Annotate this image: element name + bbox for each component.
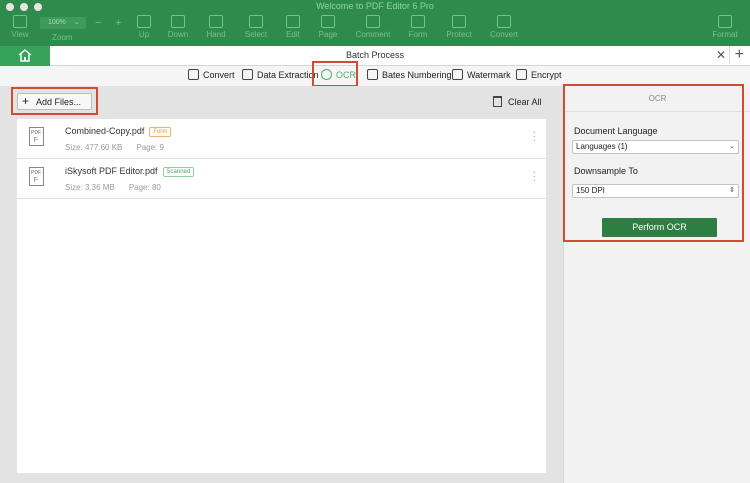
page-down-icon xyxy=(171,15,185,28)
convert-icon xyxy=(188,69,199,80)
file-row[interactable]: PDF ᖴ Combined-Copy.pdf Form Size: 477.60 … xyxy=(17,119,548,159)
page-button[interactable]: Page xyxy=(309,15,347,39)
zoom-select[interactable]: 100% ⌄ xyxy=(40,17,86,29)
format-icon xyxy=(718,15,732,28)
zoom-label: Zoom xyxy=(52,33,73,42)
edit-button[interactable]: Edit xyxy=(274,15,312,39)
file-meta: Size: 3.36 MB Page: 80 xyxy=(65,183,161,192)
pdf-file-icon: PDF ᖴ xyxy=(29,127,44,146)
form-icon xyxy=(411,15,425,28)
lock-icon xyxy=(452,15,466,28)
view-button[interactable]: View xyxy=(1,15,39,39)
hand-tool-button[interactable]: Hand xyxy=(197,15,235,39)
tab-data-extraction[interactable]: Data Extraction xyxy=(242,69,319,80)
close-tab-icon[interactable]: ✕ xyxy=(716,48,726,62)
tab-bates-numbering[interactable]: Bates Numbering xyxy=(367,69,452,80)
tab-convert[interactable]: Convert xyxy=(188,69,235,80)
tab-strip: Batch Process ✕ + xyxy=(0,46,750,66)
file-row[interactable]: PDF ᖴ iSkysoft PDF Editor.pdf Scanned Size… xyxy=(17,159,548,199)
file-meta: Size: 477.60 KB Page: 9 xyxy=(65,143,164,152)
pdf-file-icon: PDF ᖴ xyxy=(29,167,44,186)
bates-numbering-icon xyxy=(367,69,378,80)
ocr-panel-highlight xyxy=(563,84,744,242)
zoom-out-button[interactable]: − xyxy=(95,17,101,29)
tab-encrypt[interactable]: Encrypt xyxy=(516,69,562,80)
tab-batch-process[interactable]: Batch Process xyxy=(0,50,750,60)
select-tool-button[interactable]: Select xyxy=(237,15,275,39)
more-options-icon[interactable]: · · · xyxy=(533,168,536,186)
add-tab-icon[interactable]: + xyxy=(728,46,744,64)
tab-watermark[interactable]: Watermark xyxy=(452,69,511,80)
page-down-button[interactable]: Down xyxy=(159,15,197,39)
batch-function-tabs: Convert Data Extraction OCR Bates Number… xyxy=(0,66,750,86)
clear-all-button[interactable]: Clear All xyxy=(493,96,542,107)
data-extraction-icon xyxy=(242,69,253,80)
edit-icon xyxy=(286,15,300,28)
trash-icon xyxy=(493,96,502,107)
file-name: Combined-Copy.pdf Form xyxy=(65,126,172,137)
app-toolbar: Welcome to PDF Editor 6 Pro View 100% ⌄ … xyxy=(0,0,750,46)
more-options-icon[interactable]: · · · xyxy=(533,128,536,146)
hand-icon xyxy=(209,15,223,28)
file-list-pane: + Add Files... Clear All PDF ᖴ Combined-Co… xyxy=(0,86,563,483)
zoom-in-button[interactable]: + xyxy=(115,17,121,29)
file-name: iSkysoft PDF Editor.pdf Scanned xyxy=(65,166,195,177)
convert-icon xyxy=(497,15,511,28)
ocr-tab-highlight xyxy=(312,61,358,87)
page-up-button[interactable]: Up xyxy=(125,15,163,39)
add-files-highlight xyxy=(11,87,98,115)
convert-toolbar-button[interactable]: Convert xyxy=(485,15,523,39)
page-icon xyxy=(321,15,335,28)
format-button[interactable]: Format xyxy=(706,15,744,39)
comment-icon xyxy=(366,15,380,28)
protect-button[interactable]: Protect xyxy=(440,15,478,39)
comment-button[interactable]: Comment xyxy=(354,15,392,39)
form-button[interactable]: Form xyxy=(399,15,437,39)
watermark-icon xyxy=(452,69,463,80)
cursor-icon xyxy=(249,15,263,28)
file-list: PDF ᖴ Combined-Copy.pdf Form Size: 477.60 … xyxy=(16,118,548,474)
file-type-badge: Scanned xyxy=(162,167,195,177)
view-icon xyxy=(13,15,27,28)
window-title: Welcome to PDF Editor 6 Pro xyxy=(316,1,434,11)
file-type-badge: Form xyxy=(149,127,172,137)
lock-icon xyxy=(516,69,527,80)
page-up-icon xyxy=(137,15,151,28)
